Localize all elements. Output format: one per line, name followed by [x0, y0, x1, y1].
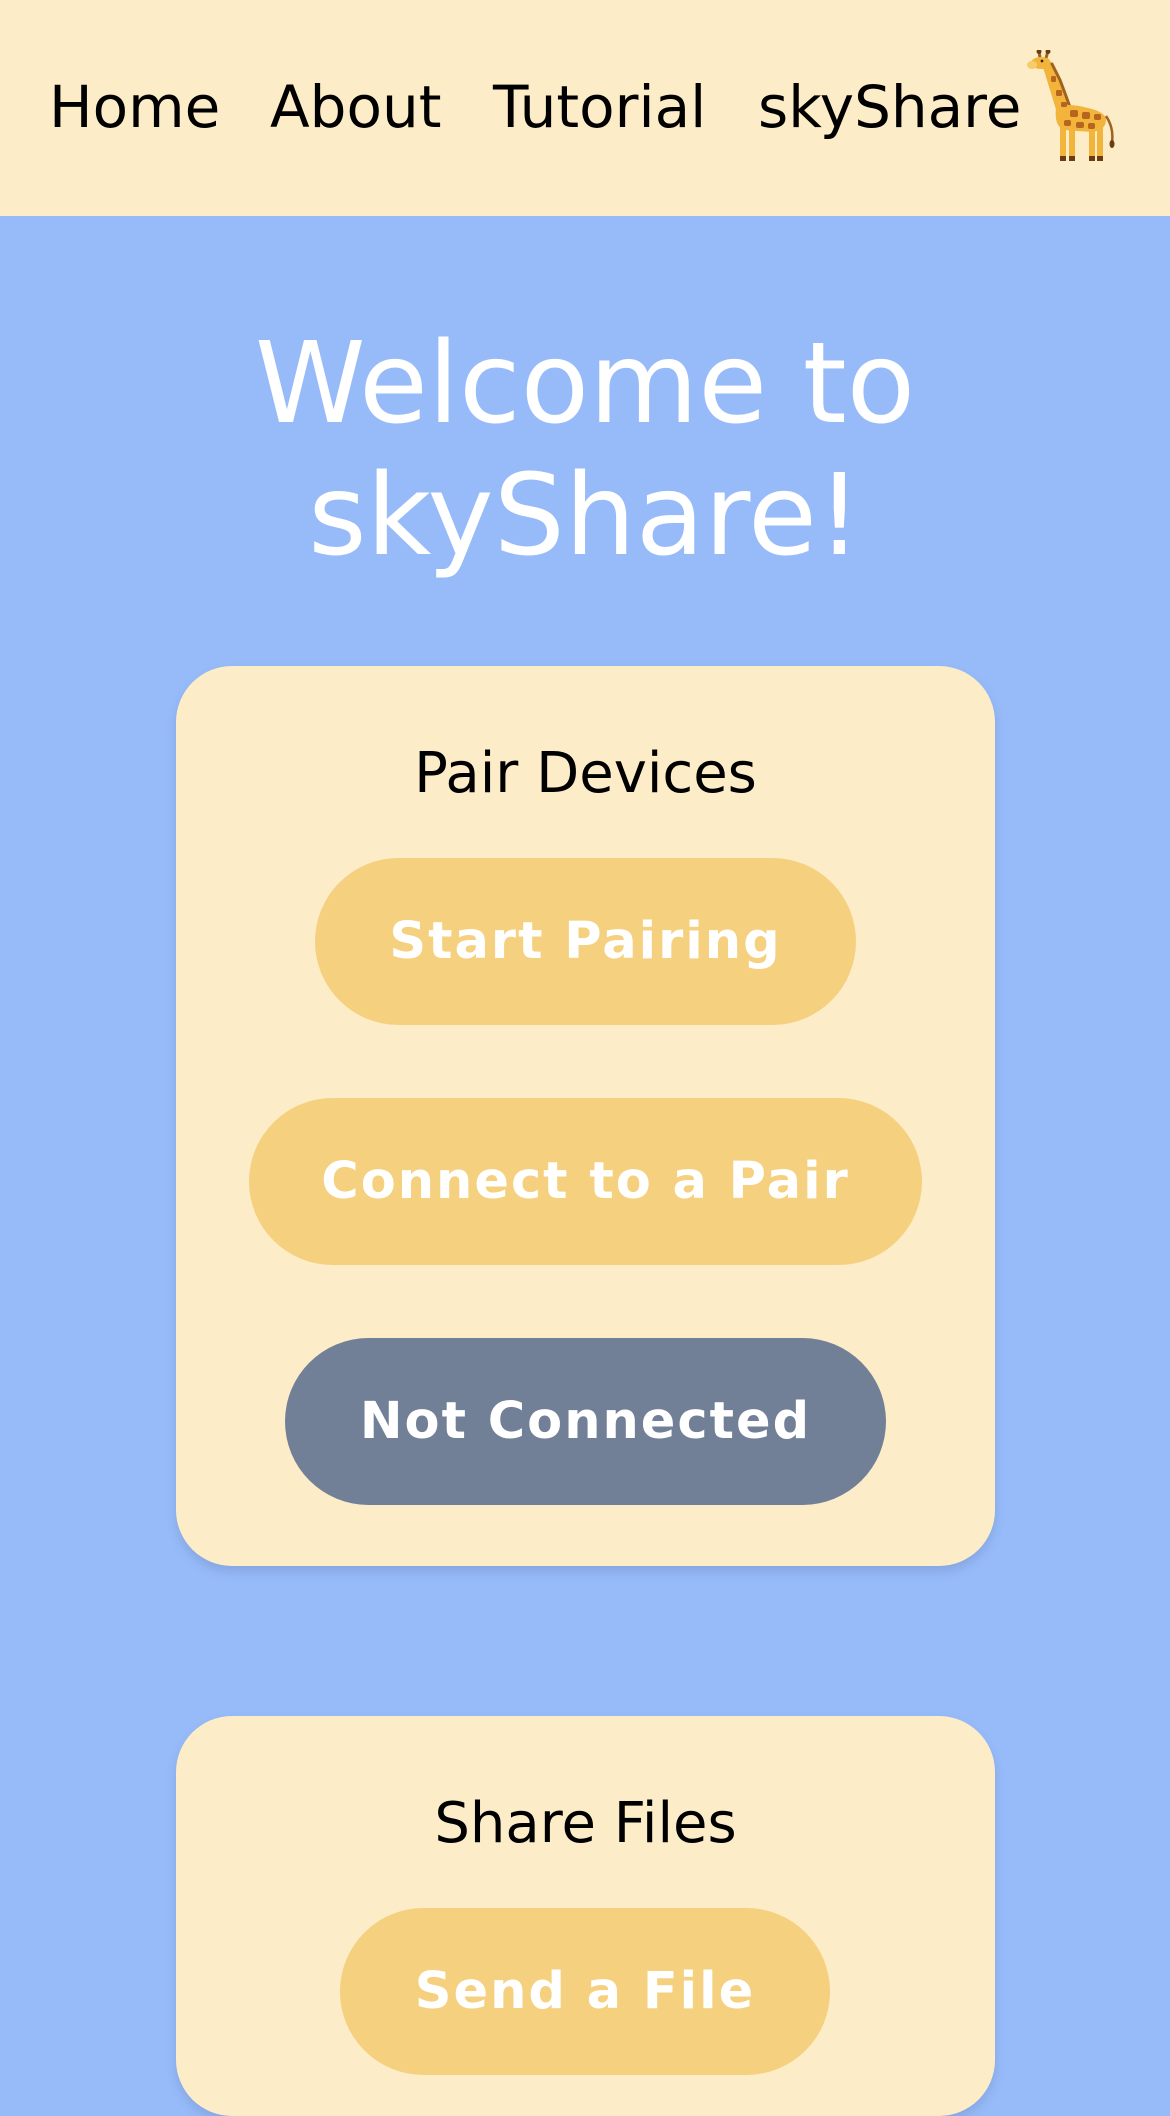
welcome-line-1: Welcome to	[254, 319, 916, 449]
giraffe-icon	[1027, 50, 1115, 161]
share-files-title: Share Files	[434, 1791, 737, 1856]
nav-home-link[interactable]: Home	[49, 72, 220, 142]
send-file-button[interactable]: Send a File	[340, 1908, 830, 2075]
pair-devices-title: Pair Devices	[414, 741, 757, 806]
welcome-heading: Welcome to skyShare!	[0, 318, 1170, 582]
pair-devices-card: Pair Devices Start Pairing Connect to a …	[176, 666, 995, 1566]
nav-about-link[interactable]: About	[270, 72, 441, 142]
start-pairing-button[interactable]: Start Pairing	[315, 858, 856, 1025]
brand-link[interactable]: skyShare	[758, 72, 1021, 142]
navbar: Home About Tutorial skyShare	[0, 0, 1170, 216]
share-files-card: Share Files Send a File	[176, 1716, 995, 2116]
nav-tutorial-link[interactable]: Tutorial	[493, 72, 706, 142]
welcome-line-2: skyShare!	[308, 451, 862, 581]
connection-status-button[interactable]: Not Connected	[285, 1338, 886, 1505]
connect-to-pair-button[interactable]: Connect to a Pair	[249, 1098, 922, 1265]
